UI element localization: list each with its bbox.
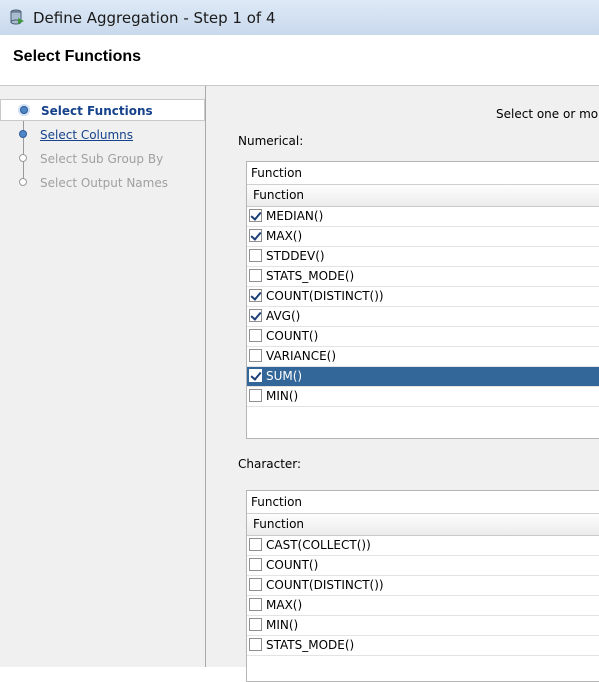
function-name: STDDEV()	[266, 249, 325, 263]
window-title: Define Aggregation - Step 1 of 4	[33, 9, 276, 27]
nav-step-select-functions[interactable]: Select Functions	[0, 99, 205, 121]
function-checkbox[interactable]	[249, 269, 262, 282]
grid-group-header-label: Function	[251, 166, 303, 180]
title-bar: Define Aggregation - Step 1 of 4	[0, 0, 599, 36]
step-indicator-icon	[19, 154, 27, 162]
function-checkbox[interactable]	[249, 389, 262, 402]
function-name: STATS_MODE()	[266, 269, 355, 283]
function-checkbox[interactable]	[249, 638, 262, 651]
column-header-label: Function	[253, 188, 305, 202]
table-row[interactable]: CAST(COLLECT())	[247, 536, 599, 556]
numerical-label: Numerical:	[238, 134, 304, 148]
function-checkbox[interactable]	[249, 369, 262, 382]
nav-step-label: Select Functions	[41, 104, 153, 118]
function-checkbox[interactable]	[249, 249, 262, 262]
nav-step-select-output-names: Select Output Names	[0, 172, 205, 194]
function-checkbox[interactable]	[249, 558, 262, 571]
table-row[interactable]: MIN()	[247, 387, 599, 407]
table-row[interactable]: COUNT(DISTINCT())	[247, 287, 599, 307]
column-header-function[interactable]: Function	[247, 514, 599, 536]
table-row[interactable]: COUNT(DISTINCT())	[247, 576, 599, 596]
character-function-grid[interactable]: Function Function CAST(COLLECT()) COUNT()…	[246, 490, 599, 682]
instruction-text: Select one or mor	[496, 107, 599, 121]
page-header: Select Functions	[0, 35, 599, 86]
function-name: MAX()	[266, 229, 303, 243]
step-indicator-icon	[19, 130, 27, 138]
function-checkbox[interactable]	[249, 209, 262, 222]
function-name: COUNT(DISTINCT())	[266, 289, 384, 303]
function-checkbox[interactable]	[249, 229, 262, 242]
grid-rows: MEDIAN() MAX() STDDEV() STATS_MODE() COUNT(D…	[247, 207, 599, 407]
function-checkbox[interactable]	[249, 538, 262, 551]
table-row[interactable]: MEDIAN()	[247, 207, 599, 227]
character-label: Character:	[238, 457, 302, 471]
function-checkbox[interactable]	[249, 329, 262, 342]
column-header-function[interactable]: Function	[247, 185, 599, 207]
nav-step-label: Select Columns	[40, 128, 134, 142]
function-name: COUNT()	[266, 329, 319, 343]
grid-group-header: Function	[247, 491, 599, 514]
function-checkbox[interactable]	[249, 618, 262, 631]
table-row[interactable]: STDDEV()	[247, 247, 599, 267]
nav-step-label: Select Output Names	[40, 176, 168, 190]
grid-rows: CAST(COLLECT()) COUNT() COUNT(DISTINCT()) M…	[247, 536, 599, 656]
function-checkbox[interactable]	[249, 289, 262, 302]
grid-group-header-label: Function	[251, 495, 303, 509]
function-name: AVG()	[266, 309, 301, 323]
nav-step-select-columns[interactable]: Select Columns	[0, 124, 205, 146]
table-row[interactable]: STATS_MODE()	[247, 636, 599, 656]
database-icon	[10, 9, 24, 25]
function-name: STATS_MODE()	[266, 638, 355, 652]
table-row[interactable]: VARIANCE()	[247, 347, 599, 367]
step-indicator-icon	[19, 178, 27, 186]
table-row[interactable]: STATS_MODE()	[247, 267, 599, 287]
nav-step-label: Select Sub Group By	[40, 152, 164, 166]
table-row[interactable]: MAX()	[247, 596, 599, 616]
table-row[interactable]: SUM()	[247, 367, 599, 387]
function-checkbox[interactable]	[249, 309, 262, 322]
numerical-function-grid[interactable]: Function Function MEDIAN() MAX() STDDEV() S…	[246, 161, 599, 439]
function-checkbox[interactable]	[249, 598, 262, 611]
step-indicator-icon	[20, 106, 28, 114]
grid-group-header: Function	[247, 162, 599, 185]
function-name: MIN()	[266, 389, 299, 403]
function-name: COUNT(DISTINCT())	[266, 578, 384, 592]
table-row[interactable]: MIN()	[247, 616, 599, 636]
function-name: CAST(COLLECT())	[266, 538, 371, 552]
nav-step-select-sub-group-by: Select Sub Group By	[0, 148, 205, 170]
function-name: COUNT()	[266, 558, 319, 572]
table-row[interactable]: MAX()	[247, 227, 599, 247]
function-name: MAX()	[266, 598, 303, 612]
table-row[interactable]: COUNT()	[247, 327, 599, 347]
table-row[interactable]: COUNT()	[247, 556, 599, 576]
function-name: MIN()	[266, 618, 299, 632]
table-row[interactable]: AVG()	[247, 307, 599, 327]
function-name: VARIANCE()	[266, 349, 337, 363]
page-title: Select Functions	[13, 48, 142, 65]
column-header-label: Function	[253, 517, 305, 531]
function-checkbox[interactable]	[249, 578, 262, 591]
function-name: MEDIAN()	[266, 209, 324, 223]
main-panel: Select one or mor Numerical: Function Fu…	[206, 86, 599, 682]
function-checkbox[interactable]	[249, 349, 262, 362]
function-name: SUM()	[266, 369, 303, 383]
wizard-step-nav: Select Functions Select Columns Select S…	[0, 86, 206, 667]
